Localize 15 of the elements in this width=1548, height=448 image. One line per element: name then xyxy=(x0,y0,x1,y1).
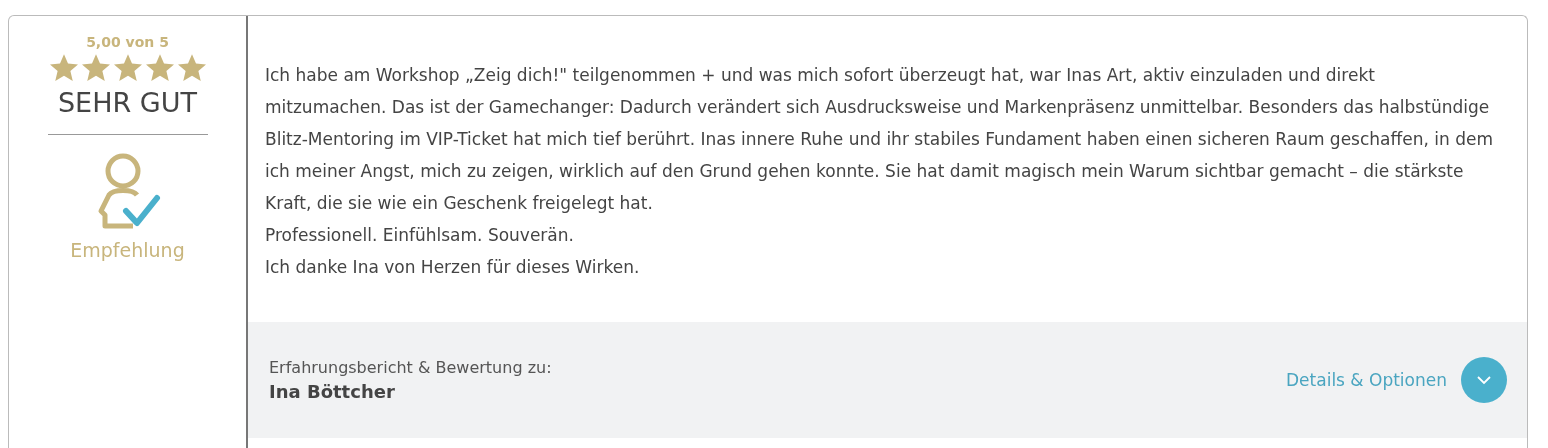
star-icon xyxy=(112,53,143,83)
star-icon xyxy=(48,53,79,83)
review-text: Ich habe am Workshop „Zeig dich!" teilgenommen + und was mich sofort überzeugt hat, war Inas Art, aktiv einzuladen und direkt mitzumachen. Das ist der Gamechanger: Dadurch verändert sich Ausdrucksweise und Markenpräsenz unmittelbar. Besonders das halbstündige Blitz-Mentoring im VIP-Ticket hat mich tief berührt. Inas innere Ruhe und ihr stabiles Fundament haben einen sicheren Raum geschaffen, in dem ich meiner Angst, mich zu zeigen, wirklich auf den Grund gehen konnte. Sie hat damit magisch mein Warum sichtbar gemacht – die stärkste Kraft, die sie wie ein Geschenk freigelegt hat. xyxy=(265,64,1494,215)
rating-verdict: SEHR GUT xyxy=(58,87,197,118)
star-icon xyxy=(176,53,207,83)
review-text: Professionell. Einfühlsam. Souverän. xyxy=(265,224,575,247)
reviewed-person: Ina Böttcher xyxy=(269,381,396,402)
star-icon xyxy=(144,53,175,83)
expand-button[interactable] xyxy=(1461,357,1507,403)
review-text: Ich danke Ina von Herzen für dieses Wirken. xyxy=(265,256,641,279)
recommendation-label: Empfehlung xyxy=(70,239,185,261)
rating-score: 5,00 von 5 xyxy=(86,34,169,50)
footer-caption: Erfahrungsbericht & Bewertung zu: xyxy=(269,358,552,377)
star-icon xyxy=(80,53,111,83)
details-link[interactable]: Details & Optionen xyxy=(1286,370,1447,390)
